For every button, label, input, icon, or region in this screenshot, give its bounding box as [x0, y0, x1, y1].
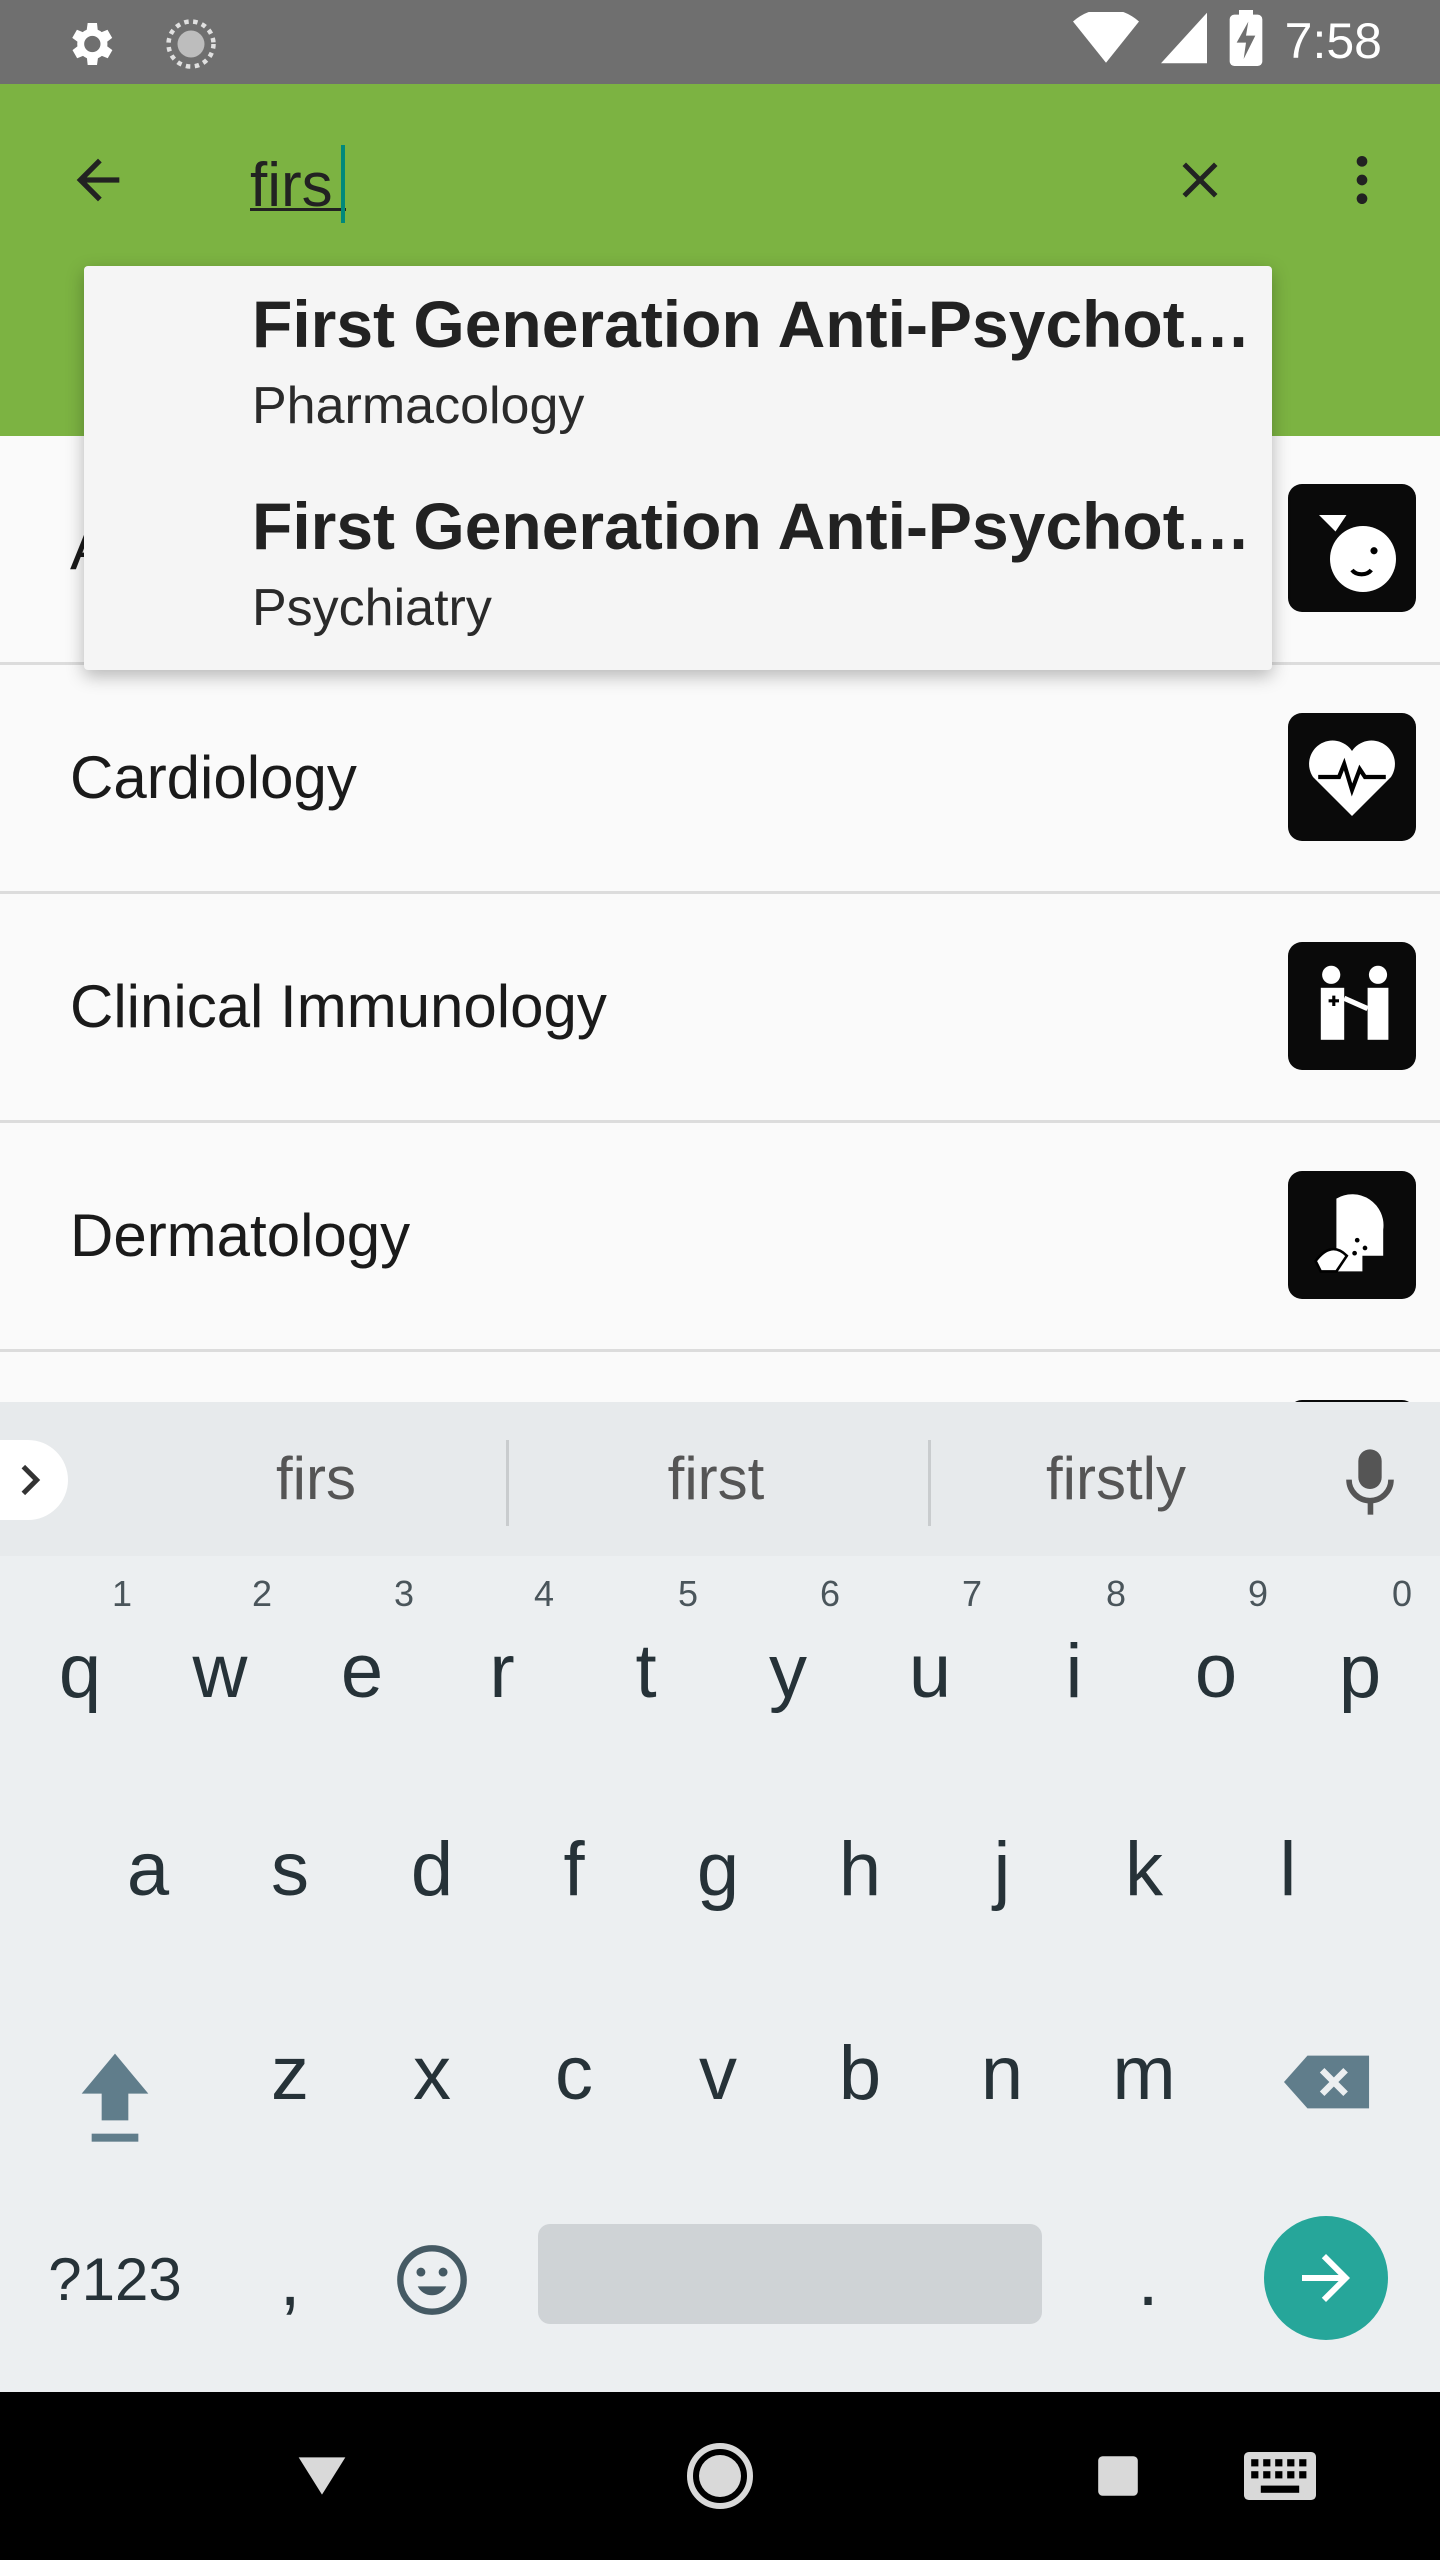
word-suggestion[interactable]: firs: [166, 1402, 466, 1556]
key-e[interactable]: e3: [292, 1574, 432, 1732]
key-j[interactable]: j: [932, 1810, 1072, 1930]
soft-keyboard: firs first firstly q1 w2 e3 r4 t5 y6 u7 …: [0, 1402, 1440, 2392]
close-icon: [1182, 162, 1218, 198]
key-q[interactable]: q1: [10, 1574, 150, 1732]
back-triangle-icon: [298, 2457, 346, 2495]
list-item-label: Clinical Immunology: [70, 973, 607, 1040]
divider: [928, 1440, 931, 1526]
wifi-icon: [1072, 8, 1139, 69]
clear-search-button[interactable]: [1160, 140, 1240, 220]
search-underline: [250, 208, 346, 211]
key-f[interactable]: f: [504, 1810, 644, 1930]
key-h[interactable]: h: [790, 1810, 930, 1930]
suggestion-item[interactable]: First Generation Anti-Psychotics Psychia…: [84, 468, 1272, 670]
battery-charging-icon: [1229, 10, 1263, 71]
key-r[interactable]: r4: [432, 1574, 572, 1732]
anesthesia-icon: [1288, 484, 1416, 612]
expand-strip-button[interactable]: [0, 1440, 68, 1520]
chevron-right-icon: [21, 1464, 41, 1496]
arrow-back-icon: [76, 158, 120, 202]
navigation-bar: [0, 2392, 1440, 2560]
key-p[interactable]: p0: [1290, 1574, 1430, 1732]
settings-icon: [62, 16, 118, 77]
suggestion-subtitle: Psychiatry: [252, 579, 492, 637]
nav-keyboard-button[interactable]: [1240, 2436, 1320, 2516]
key-w[interactable]: w2: [150, 1574, 290, 1732]
nav-home-button[interactable]: [680, 2436, 760, 2516]
key-comma[interactable]: ,: [250, 2210, 330, 2350]
key-c[interactable]: c: [504, 2014, 644, 2134]
list-item-label: Cardiology: [70, 744, 357, 811]
more-vert-icon: [1356, 156, 1368, 204]
word-suggestion[interactable]: first: [566, 1402, 866, 1556]
sync-icon: [164, 17, 218, 76]
list-item[interactable]: Cardiology: [0, 665, 1440, 894]
key-u[interactable]: u7: [860, 1574, 1000, 1732]
arrow-forward-icon: [1302, 2254, 1350, 2302]
key-z[interactable]: z: [220, 2014, 360, 2134]
key-b[interactable]: b: [790, 2014, 930, 2134]
shift-arrow-icon: [81, 2053, 149, 2142]
dermatology-icon: [1288, 1171, 1416, 1299]
list-item[interactable]: Dermatology: [0, 1123, 1440, 1352]
emoji-key[interactable]: [390, 2238, 474, 2322]
voice-input-button[interactable]: [1340, 1442, 1400, 1522]
nav-back-button[interactable]: [282, 2436, 362, 2516]
key-g[interactable]: g: [648, 1810, 788, 1930]
nav-recents-button[interactable]: [1078, 2436, 1158, 2516]
shift-key[interactable]: [60, 2042, 170, 2152]
search-suggestions-dropdown: First Generation Anti-Psychotics Pharmac…: [84, 266, 1272, 670]
key-l[interactable]: l: [1218, 1810, 1358, 1930]
symbols-key[interactable]: ?123: [40, 2210, 190, 2350]
space-key[interactable]: [538, 2224, 1042, 2324]
enter-key[interactable]: [1264, 2216, 1388, 2340]
suggestion-subtitle: Pharmacology: [252, 377, 585, 435]
key-period[interactable]: .: [1108, 2210, 1188, 2350]
keyboard-suggestion-strip: firs first firstly: [0, 1402, 1440, 1556]
key-d[interactable]: d: [362, 1810, 502, 1930]
key-s[interactable]: s: [220, 1810, 360, 1930]
clock: 7:58: [1284, 12, 1382, 69]
word-suggestion[interactable]: firstly: [966, 1402, 1266, 1556]
suggestion-item[interactable]: First Generation Anti-Psychotics Pharmac…: [84, 266, 1272, 468]
key-m[interactable]: m: [1074, 2014, 1214, 2134]
status-bar: 7:58: [0, 0, 1440, 84]
recents-square-icon: [1098, 2456, 1138, 2496]
list-item-label: Dermatology: [70, 1202, 411, 1269]
key-i[interactable]: i8: [1004, 1574, 1144, 1732]
home-circle-icon: [687, 2443, 753, 2509]
signal-icon: [1160, 12, 1207, 69]
mic-icon: [1346, 1449, 1394, 1515]
emoji-icon: [397, 2245, 467, 2315]
list-item[interactable]: Clinical Immunology: [0, 894, 1440, 1123]
overflow-menu-button[interactable]: [1322, 140, 1402, 220]
divider: [506, 1440, 509, 1526]
immunology-icon: [1288, 942, 1416, 1070]
key-n[interactable]: n: [932, 2014, 1072, 2134]
backspace-icon: [1284, 2055, 1370, 2109]
suggestion-title: First Generation Anti-Psychotics: [252, 489, 1252, 563]
suggestion-title: First Generation Anti-Psychotics: [252, 287, 1252, 361]
key-o[interactable]: o9: [1146, 1574, 1286, 1732]
text-cursor: [341, 145, 345, 223]
key-v[interactable]: v: [648, 2014, 788, 2134]
keyboard-icon: [1244, 2452, 1316, 2500]
backspace-key[interactable]: [1278, 2042, 1378, 2122]
search-input[interactable]: [250, 140, 1130, 230]
key-x[interactable]: x: [362, 2014, 502, 2134]
key-a[interactable]: a: [78, 1810, 218, 1930]
key-t[interactable]: t5: [576, 1574, 716, 1732]
heart-icon: [1288, 713, 1416, 841]
key-y[interactable]: y6: [718, 1574, 858, 1732]
back-button[interactable]: [58, 140, 138, 220]
key-k[interactable]: k: [1074, 1810, 1214, 1930]
